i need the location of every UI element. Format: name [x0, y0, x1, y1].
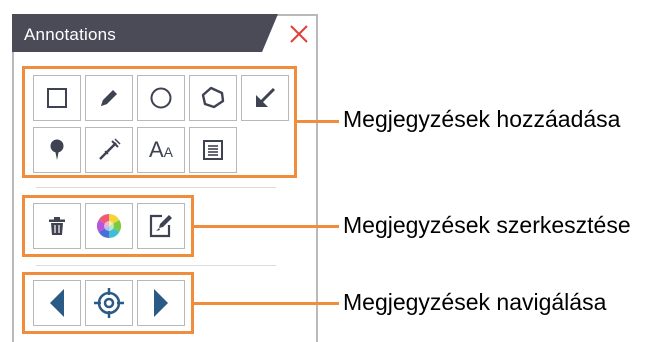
- next-annotation-button[interactable]: [137, 280, 185, 326]
- measure-icon: [99, 138, 121, 160]
- circle-icon: [150, 87, 172, 109]
- polygon-icon: [201, 86, 225, 109]
- callout-connector: [192, 302, 339, 305]
- divider: [36, 265, 276, 266]
- callout-connector: [295, 120, 339, 123]
- pin-tool-button[interactable]: [33, 127, 81, 173]
- note-icon: [203, 140, 223, 160]
- locate-annotation-button[interactable]: [85, 280, 133, 326]
- rectangle-tool-button[interactable]: [33, 75, 81, 121]
- panel-title: Annotations: [24, 25, 116, 44]
- divider: [36, 187, 276, 188]
- color-wheel-icon: [96, 214, 122, 238]
- edit-icon: [149, 214, 172, 238]
- panel-titlebar: Annotations: [12, 14, 316, 52]
- edit-button[interactable]: [137, 203, 185, 249]
- annotations-panel: Annotations AA: [12, 14, 318, 342]
- callout-add-annotations: Megjegyzések hozzáadása: [343, 106, 621, 132]
- arrow-tool-button[interactable]: [241, 75, 289, 121]
- square-icon: [47, 88, 67, 108]
- previous-annotation-button[interactable]: [33, 280, 81, 326]
- add-annotations-group: AA: [22, 66, 297, 178]
- measure-tool-button[interactable]: [85, 127, 133, 173]
- delete-button[interactable]: [33, 203, 81, 249]
- pin-icon: [50, 139, 64, 160]
- pen-tool-button[interactable]: [85, 75, 133, 121]
- callout-connector: [192, 225, 339, 228]
- triangle-left-icon: [50, 289, 64, 317]
- polygon-tool-button[interactable]: [189, 75, 237, 121]
- color-button[interactable]: [85, 203, 133, 249]
- note-tool-button[interactable]: [189, 127, 237, 173]
- trash-icon: [49, 217, 65, 235]
- pencil-icon: [101, 90, 117, 106]
- navigate-annotations-group: [22, 272, 194, 334]
- arrow-icon: [256, 87, 276, 107]
- crosshair-icon: [94, 288, 124, 318]
- edit-annotations-group: [22, 195, 194, 257]
- text-icon: AA: [148, 137, 174, 162]
- triangle-right-icon: [154, 289, 168, 317]
- ellipse-tool-button[interactable]: [137, 75, 185, 121]
- callout-edit-annotations: Megjegyzések szerkesztése: [343, 212, 631, 238]
- close-button[interactable]: [284, 19, 314, 49]
- text-tool-button[interactable]: AA: [137, 127, 185, 173]
- close-x-icon: [290, 25, 308, 43]
- callout-navigate-annotations: Megjegyzések navigálása: [343, 289, 607, 315]
